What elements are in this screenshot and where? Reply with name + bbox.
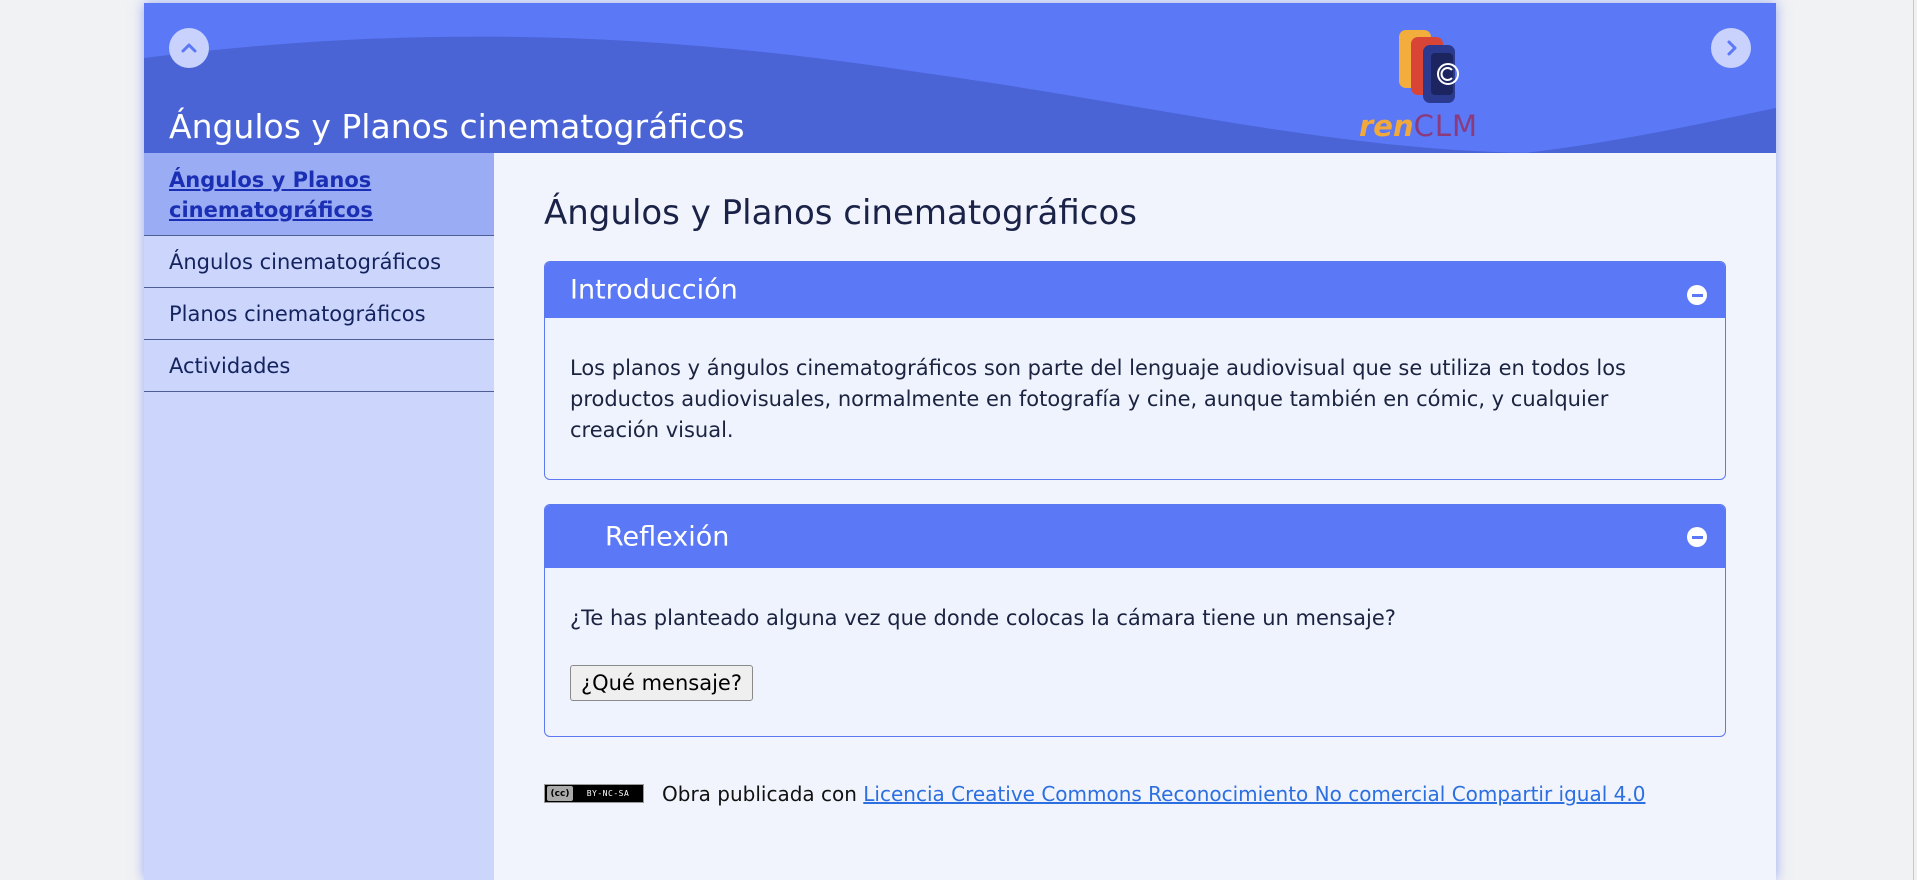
license-footer: (cc) BY-NC-SA Obra publicada con Licenci… — [544, 782, 1726, 806]
page-title: Ángulos y Planos cinematográficos — [544, 193, 1138, 233]
reflection-box-header: Reflexión — [545, 505, 1725, 568]
cc-badge-label: BY-NC-SA — [586, 789, 630, 798]
logo-graphic — [1399, 30, 1459, 103]
renclm-logo: renCLM — [1359, 25, 1509, 145]
license-statement: Obra publicada con Licencia Creative Com… — [662, 782, 1645, 806]
reflection-text: ¿Te has planteado alguna vez que donde c… — [570, 606, 1396, 630]
logo-text-clm: CLM — [1413, 109, 1479, 143]
sidebar-item-label: Actividades — [169, 353, 291, 378]
intro-collapse-toggle[interactable] — [1687, 285, 1707, 305]
logo-text: renCLM — [1359, 109, 1478, 143]
page-header: Ángulos y Planos cinematográficos renCLM — [144, 3, 1776, 153]
reflection-collapse-toggle[interactable] — [1687, 527, 1707, 547]
que-mensaje-button[interactable]: ¿Qué mensaje? — [570, 665, 753, 701]
sidebar-item-angulos-y-planos[interactable]: Ángulos y Planos cinematográficos — [144, 153, 494, 236]
intro-box-header: Introducción — [545, 262, 1725, 318]
chevron-up-icon — [181, 43, 197, 53]
logo-text-ren: ren — [1359, 109, 1414, 143]
creative-commons-badge[interactable]: (cc) BY-NC-SA — [544, 784, 644, 803]
page-container: Ángulos y Planos cinematográficos renCLM — [144, 3, 1776, 880]
sidebar-navigation: Ángulos y Planos cinematográficos Ángulo… — [144, 153, 494, 880]
sidebar-item-label: Planos cinematográficos — [169, 301, 426, 326]
next-page-button[interactable] — [1711, 28, 1751, 68]
intro-box: Introducción Los planos y ángulos cinema… — [544, 261, 1726, 480]
sidebar-item-angulos[interactable]: Ángulos cinematográficos — [144, 236, 494, 288]
intro-heading: Introducción — [570, 274, 738, 306]
reflection-body: ¿Te has planteado alguna vez que donde c… — [545, 568, 1725, 634]
reflection-box: Reflexión ¿Te has planteado alguna vez q… — [544, 504, 1726, 737]
window-scrollbar[interactable] — [1913, 0, 1917, 880]
sidebar-item-label: Ángulos cinematográficos — [169, 249, 442, 274]
reflection-heading: Reflexión — [605, 521, 730, 552]
intro-text: Los planos y ángulos cinematográficos so… — [570, 356, 1626, 442]
sidebar-item-label[interactable]: Ángulos y Planos cinematográficos — [169, 165, 469, 225]
sidebar-item-planos[interactable]: Planos cinematográficos — [144, 288, 494, 340]
chevron-right-icon — [1727, 40, 1737, 56]
cc-icon: (cc) — [547, 786, 573, 801]
previous-page-button[interactable] — [169, 28, 209, 68]
minus-icon — [1691, 293, 1703, 297]
license-link[interactable]: Licencia Creative Commons Reconocimiento… — [863, 782, 1645, 806]
intro-body: Los planos y ángulos cinematográficos so… — [545, 318, 1725, 446]
header-title: Ángulos y Planos cinematográficos — [169, 107, 745, 146]
minus-icon — [1691, 535, 1703, 539]
sidebar-item-actividades[interactable]: Actividades — [144, 340, 494, 392]
license-prefix: Obra publicada con — [662, 782, 857, 806]
